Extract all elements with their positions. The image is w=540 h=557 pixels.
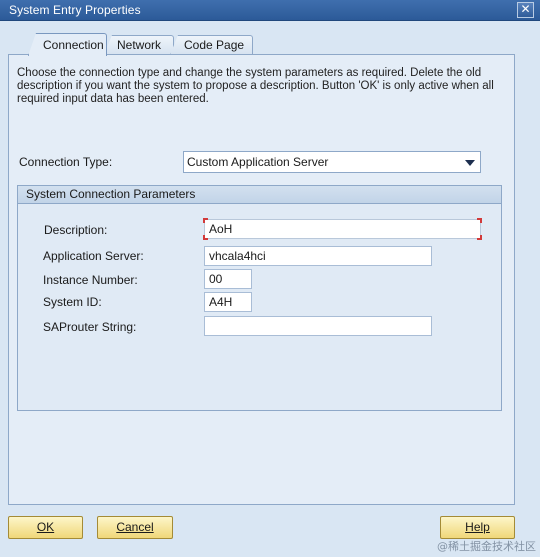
group-title: System Connection Parameters xyxy=(18,186,501,204)
focus-corner xyxy=(203,218,208,223)
tab-connection[interactable]: Connection xyxy=(28,33,107,56)
instance-number-value: 00 xyxy=(209,272,223,286)
watermark: @稀土掘金技术社区 xyxy=(437,540,536,553)
close-icon[interactable]: ✕ xyxy=(517,2,534,18)
window-title: System Entry Properties xyxy=(9,3,141,17)
focus-corner xyxy=(477,218,482,223)
saprouter-string-field[interactable] xyxy=(204,316,432,336)
help-button[interactable]: Help xyxy=(440,516,515,539)
ok-button[interactable]: OK xyxy=(8,516,83,539)
connection-type-value: Custom Application Server xyxy=(187,155,329,169)
focus-corner xyxy=(203,235,208,240)
focus-corner xyxy=(477,235,482,240)
system-id-field[interactable]: A4H xyxy=(204,292,252,312)
tab-strip: Connection Network Code Page xyxy=(0,33,540,56)
description-label: Description: xyxy=(44,223,108,237)
saprouter-string-label: SAProuter String: xyxy=(43,320,137,334)
application-server-field[interactable]: vhcala4hci xyxy=(204,246,432,266)
application-server-label: Application Server: xyxy=(43,249,144,263)
description-field[interactable]: AoH xyxy=(203,218,482,240)
connection-type-select[interactable]: Custom Application Server xyxy=(183,151,481,173)
application-server-value: vhcala4hci xyxy=(209,249,266,263)
instance-number-field[interactable]: 00 xyxy=(204,269,252,289)
connection-type-label: Connection Type: xyxy=(19,155,113,169)
system-connection-parameters-group: System Connection Parameters Description… xyxy=(17,185,502,411)
tab-network[interactable]: Network xyxy=(104,35,174,55)
instructions-text: Choose the connection type and change th… xyxy=(17,67,494,105)
cancel-button[interactable]: Cancel xyxy=(97,516,173,539)
title-bar: System Entry Properties ✕ xyxy=(0,0,540,21)
system-id-label: System ID: xyxy=(43,295,102,309)
connection-panel: Choose the connection type and change th… xyxy=(8,54,515,505)
system-id-value: A4H xyxy=(209,295,233,309)
chevron-down-icon[interactable] xyxy=(465,160,475,166)
description-value: AoH xyxy=(209,222,233,236)
instance-number-label: Instance Number: xyxy=(43,273,138,287)
tab-code-page[interactable]: Code Page xyxy=(170,35,253,55)
